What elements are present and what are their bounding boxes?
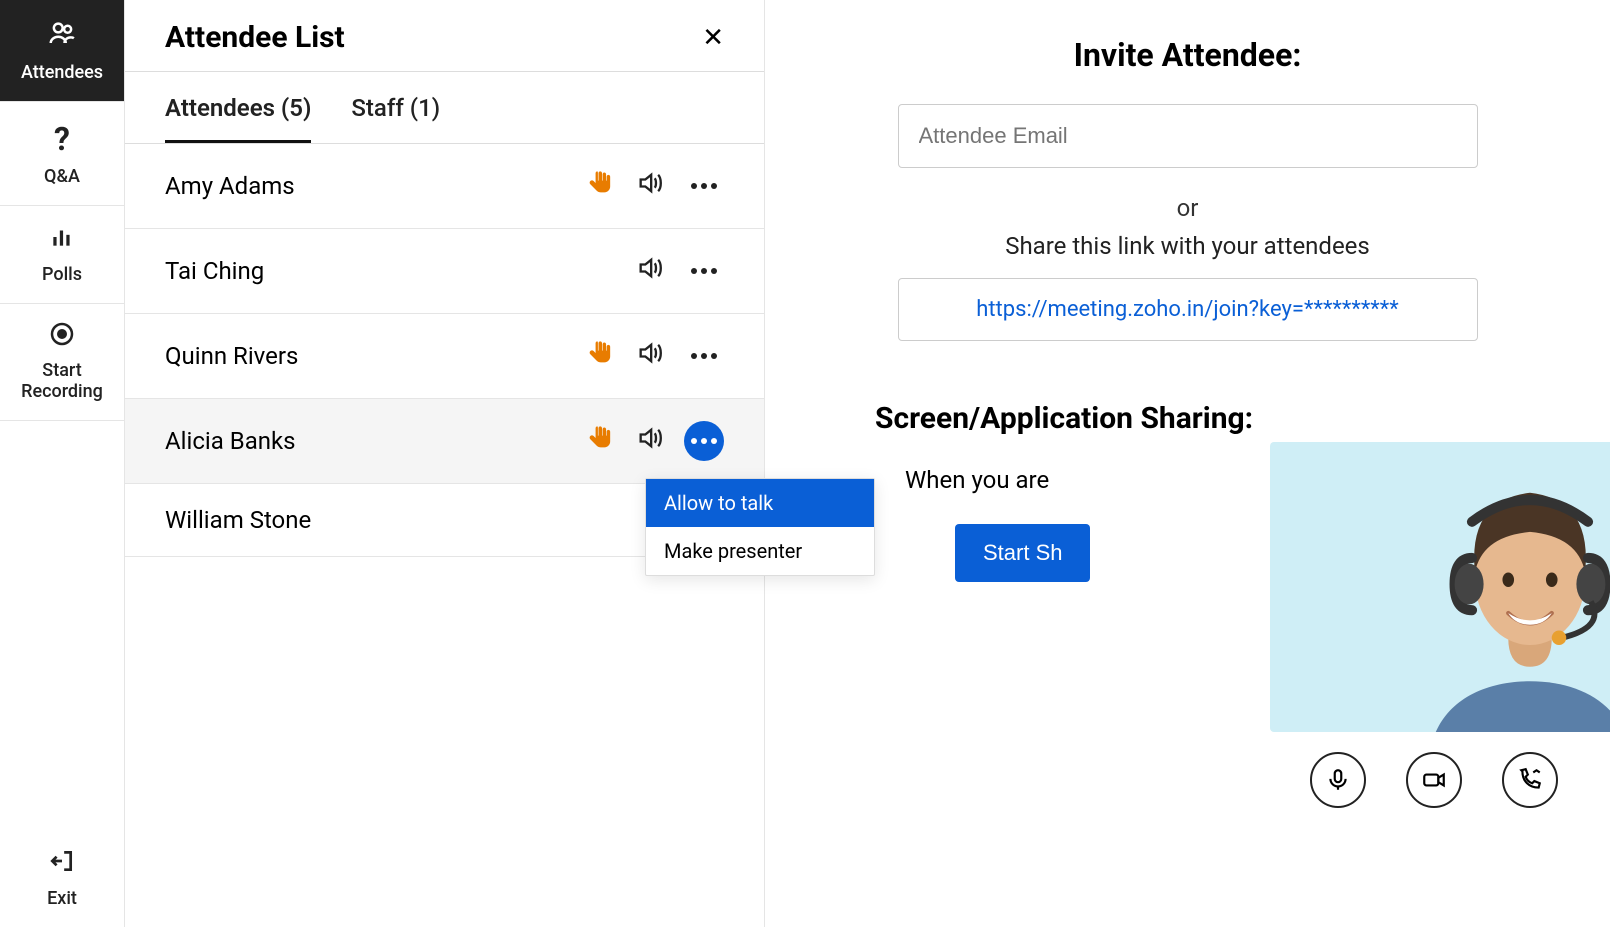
question-icon: ? [54,120,70,158]
sidebar-exit[interactable]: Exit [0,830,124,927]
attendee-name: Amy Adams [165,172,588,200]
context-menu: Allow to talk Make presenter [645,478,875,576]
panel-header: Attendee List ✕ [125,0,764,72]
more-button[interactable] [684,336,724,376]
hand-raised-icon [588,424,616,458]
attendee-row: Amy Adams [125,144,764,229]
sidebar-qa[interactable]: ? Q&A [0,102,124,206]
sidebar-polls-label: Polls [42,264,82,285]
speaker-icon[interactable] [636,424,664,458]
more-button[interactable] [684,166,724,206]
attendee-row: Alicia Banks [125,399,764,484]
tabs: Attendees (5) Staff (1) [125,72,764,144]
or-text: or [825,194,1550,222]
record-icon [50,322,74,352]
sidebar-recording-label2: Recording [21,381,103,402]
share-link-label: Share this link with your attendees [825,232,1550,260]
attendee-email-input[interactable] [898,104,1478,168]
speaker-icon[interactable] [636,254,664,288]
sidebar-polls[interactable]: Polls [0,206,124,304]
video-frame [1270,442,1610,732]
camera-button[interactable] [1406,752,1462,808]
speaker-icon[interactable] [636,169,664,203]
attendee-row: Quinn Rivers [125,314,764,399]
sharing-title: Screen/Application Sharing: [875,401,1550,436]
more-button[interactable] [684,421,724,461]
sidebar: Attendees ? Q&A Polls Start Recording Ex… [0,0,125,927]
close-icon[interactable]: ✕ [702,23,724,53]
tab-staff[interactable]: Staff (1) [351,72,440,143]
mic-button[interactable] [1310,752,1366,808]
meeting-link[interactable]: https://meeting.zoho.in/join?key=*******… [898,278,1478,341]
attendee-name: Tai Ching [165,257,588,285]
sidebar-qa-label: Q&A [44,166,80,187]
attendee-name: Alicia Banks [165,427,588,455]
attendee-panel: Attendee List ✕ Attendees (5) Staff (1) … [125,0,765,927]
right-panel: Invite Attendee: or Share this link with… [765,0,1610,927]
menu-make-presenter[interactable]: Make presenter [646,527,874,575]
video-controls [1270,752,1610,808]
phone-button[interactable] [1502,752,1558,808]
video-widget [1270,442,1610,808]
start-sharing-button[interactable]: Start Sh [955,524,1090,582]
attendees-icon [47,18,77,54]
sidebar-attendees[interactable]: Attendees [0,0,124,102]
speaker-icon[interactable] [636,339,664,373]
panel-title: Attendee List [165,20,345,55]
invite-title: Invite Attendee: [825,36,1550,74]
bar-chart-icon [49,224,75,256]
more-button[interactable] [684,251,724,291]
tab-attendees[interactable]: Attendees (5) [165,72,311,143]
attendee-name: William Stone [165,506,724,534]
sidebar-exit-label: Exit [47,888,77,909]
sidebar-recording[interactable]: Start Recording [0,304,124,421]
exit-icon [49,848,75,880]
sidebar-attendees-label: Attendees [21,62,103,83]
hand-raised-icon [588,339,616,373]
attendee-row: Tai Ching [125,229,764,314]
presenter-avatar [1370,442,1610,732]
attendee-name: Quinn Rivers [165,342,588,370]
hand-raised-icon [588,169,616,203]
sidebar-recording-label1: Start [42,360,81,381]
menu-allow-talk[interactable]: Allow to talk [646,479,874,527]
